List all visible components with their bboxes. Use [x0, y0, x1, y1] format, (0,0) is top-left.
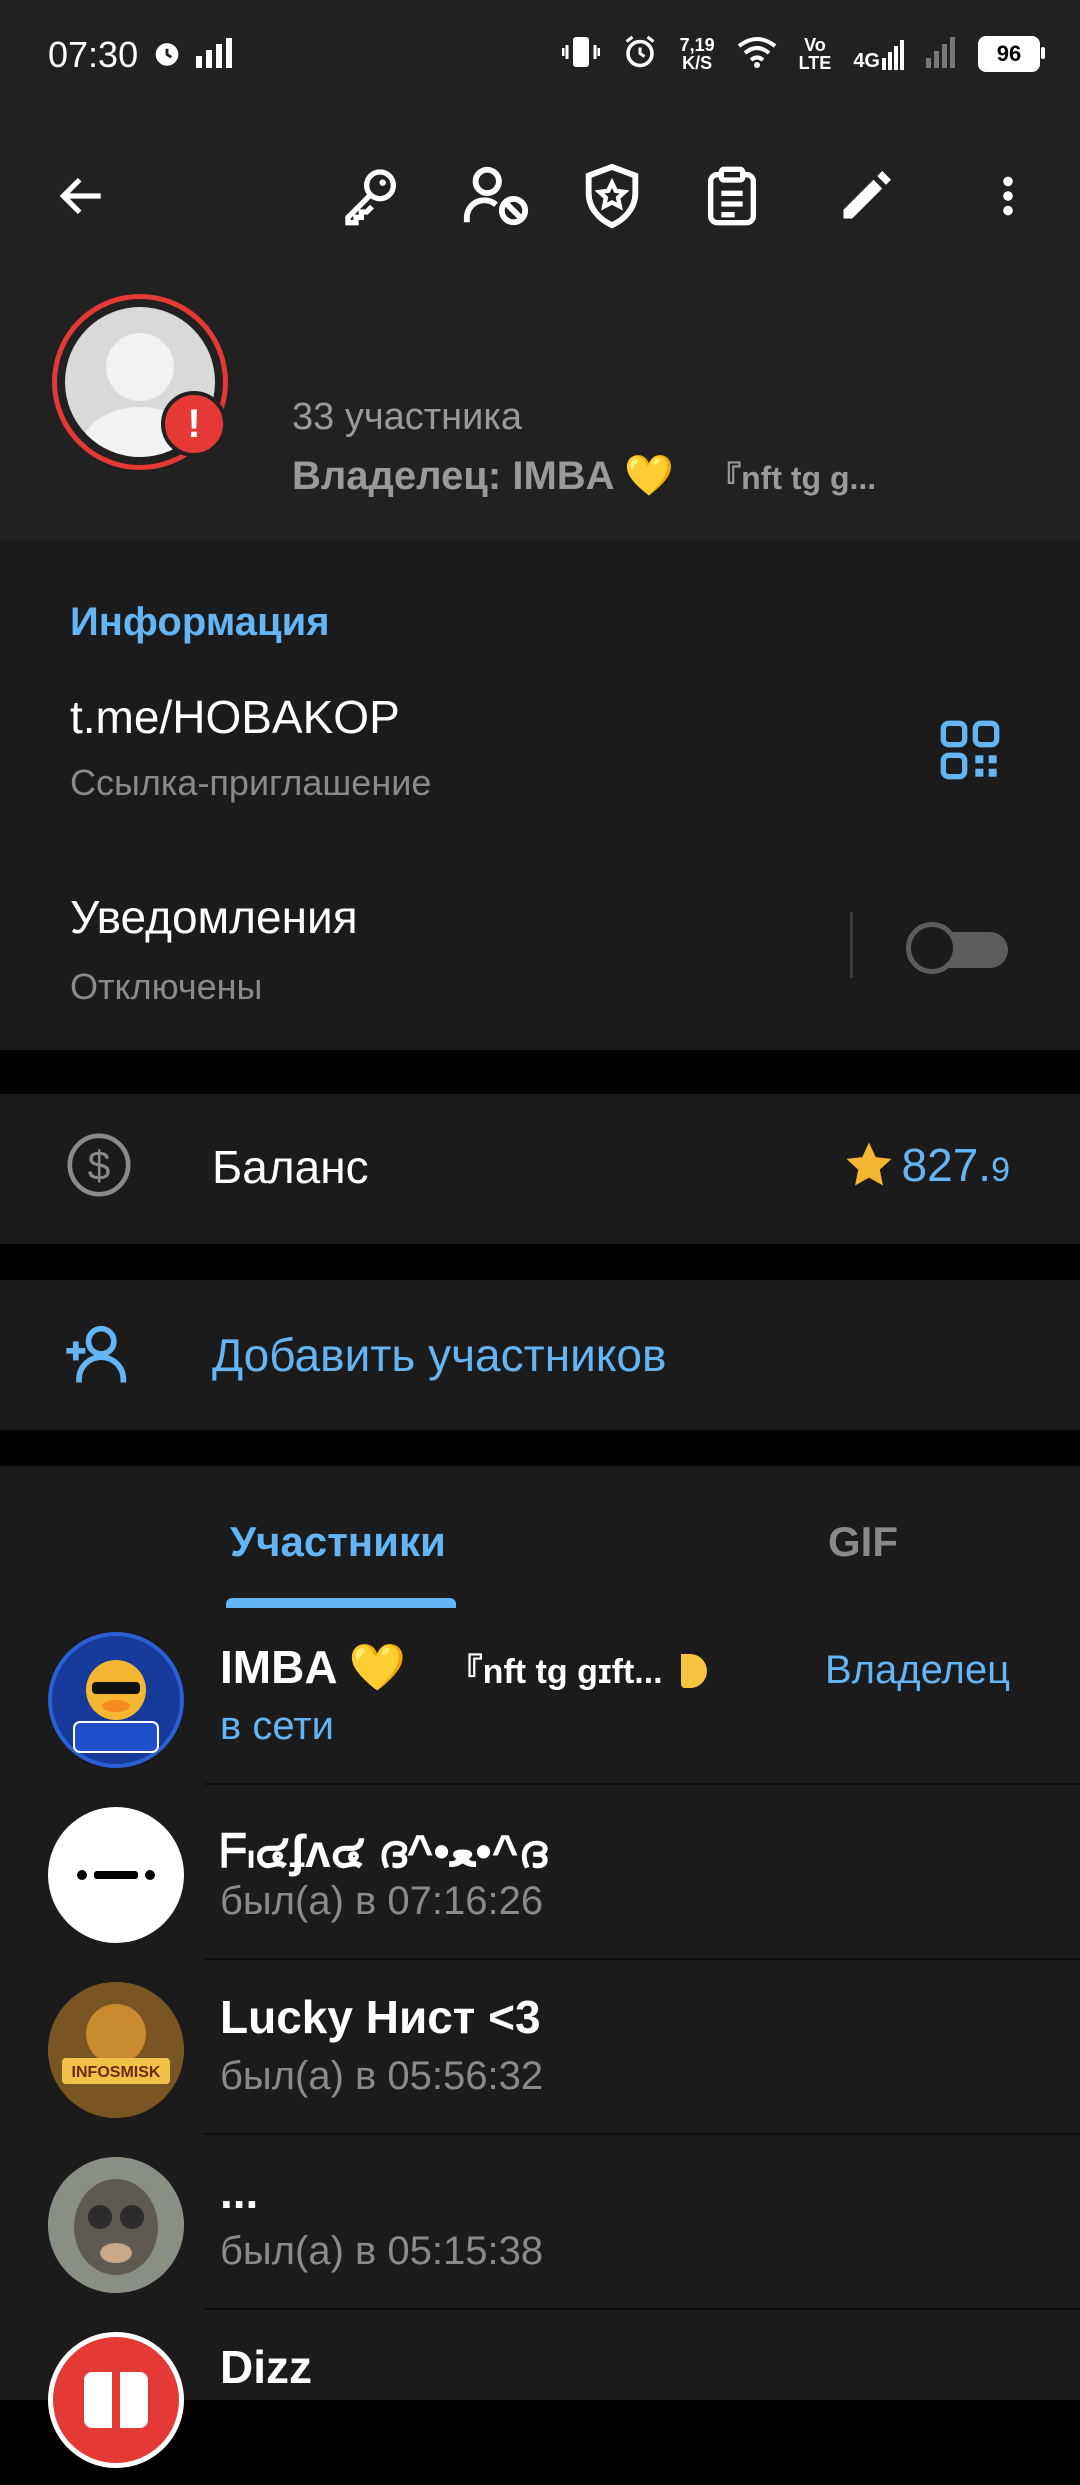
net-type-label: 4G: [853, 50, 880, 72]
balance-amount: 827.: [901, 1139, 992, 1191]
active-tab-indicator: [226, 1598, 456, 1608]
owner-info: Владелец: IMBA 💛 『nft tg g...: [292, 452, 876, 499]
wifi-icon: [737, 36, 777, 73]
dollar-circle-icon: $: [64, 1130, 134, 1205]
svg-text:$: $: [88, 1143, 111, 1189]
notifications-status: Отключены: [70, 966, 263, 1007]
edit-button[interactable]: [826, 156, 906, 236]
more-options-button[interactable]: [968, 156, 1048, 236]
member-name: IMBA 💛 『nft tg gɪft...: [220, 1640, 708, 1695]
warning-badge-icon: !: [161, 391, 227, 457]
back-arrow-icon: [59, 177, 101, 215]
dots-avatar-icon: [77, 1870, 155, 1880]
back-button[interactable]: [42, 156, 122, 236]
more-vert-icon: [1003, 176, 1013, 216]
member-name: ᖴ៲๔ʄʌ๔ ദ^•ﻌ•^ദ: [220, 1825, 547, 1877]
member-status: был(а) в 07:16:26: [220, 1879, 544, 1923]
member-status: в сети: [220, 1704, 334, 1748]
list-item[interactable]: ... был(а) в 05:15:38: [0, 2135, 1080, 2310]
invite-link-value: t.me/HOBAKOP: [70, 691, 400, 743]
member-name: Dizz: [220, 2341, 312, 2393]
gift-badge-icon: [681, 1653, 708, 1688]
list-item[interactable]: INFOSMISK Lucky Нист <3 был(а) в 05:56:3…: [0, 1960, 1080, 2135]
shield-star-icon: [585, 163, 639, 229]
vibrate-icon: [561, 35, 601, 74]
qr-code-button[interactable]: [938, 718, 1002, 787]
member-name: ...: [220, 2166, 259, 2218]
battery-indicator: 96: [978, 36, 1045, 72]
photo-avatar-icon: [48, 2157, 184, 2293]
cell-signal-weak-icon: [926, 36, 956, 73]
members-count: 33 участника: [292, 396, 522, 438]
recent-actions-button[interactable]: [692, 156, 772, 236]
member-avatar: INFOSMISK: [48, 1982, 184, 2118]
infosmisk-avatar-icon: INFOSMISK: [48, 1982, 184, 2118]
vo-label: Vo: [804, 35, 826, 55]
status-time: 07:30: [48, 34, 139, 75]
balance-decimal: 9: [991, 1151, 1010, 1189]
members-tabs: [0, 1466, 1080, 1610]
invite-link[interactable]: t.me/HOBAKOP Ссылка-приглашение: [70, 690, 431, 804]
tab-members[interactable]: Участники: [230, 1518, 446, 1566]
alarm-status-icon: [622, 34, 658, 75]
members-list: IMBA 💛 『nft tg gɪft... в сети Владелец ᖴ…: [0, 1610, 1080, 2468]
clipboard-icon: [708, 166, 756, 226]
member-name: Lucky Нист <3: [220, 1991, 541, 2043]
net-speed-value: 7,19: [679, 35, 715, 55]
list-item[interactable]: Dizz: [0, 2310, 1080, 2485]
duck-avatar-icon: [48, 1632, 184, 1768]
removed-users-button[interactable]: [456, 156, 536, 236]
pencil-icon: [843, 171, 891, 219]
list-item[interactable]: IMBA 💛 『nft tg gɪft... в сети Владелец: [0, 1610, 1080, 1785]
balance-value: 827. 9: [842, 1138, 1010, 1192]
tab-gif[interactable]: GIF: [828, 1518, 898, 1566]
status-right: 7,19 K/S Vo LTE 4G 96: [561, 30, 1045, 78]
cell-bars-icon: [882, 40, 904, 70]
owner-label: Владелец: IMBA 💛: [292, 454, 674, 498]
member-status: был(а) в 05:56:32: [220, 2054, 544, 2098]
user-block-icon: [463, 166, 529, 226]
member-name-text: IMBA 💛: [220, 1641, 406, 1693]
member-avatar: [48, 1632, 184, 1768]
member-avatar: [48, 2157, 184, 2293]
add-members-label: Добавить участников: [212, 1329, 667, 1381]
owner-gift-label: 『nft tg g...: [709, 460, 877, 496]
toggle-thumb: [906, 922, 958, 974]
admins-button[interactable]: [572, 156, 652, 236]
invite-link-caption: Ссылка-приглашение: [70, 762, 432, 803]
star-icon: [846, 1142, 892, 1186]
net-speed: 7,19 K/S: [680, 36, 715, 72]
group-avatar[interactable]: !: [52, 294, 228, 470]
member-role: Владелец: [824, 1648, 1010, 1692]
svg-text:INFOSMISK: INFOSMISK: [72, 2064, 161, 2081]
key-icon: [345, 169, 396, 226]
notifications-label: Уведомления: [70, 891, 358, 943]
red-logo-avatar-icon: [48, 2332, 184, 2468]
list-item[interactable]: ᖴ៲๔ʄʌ๔ ദ^•ﻌ•^ദ был(а) в 07:16:26: [0, 1785, 1080, 1960]
notifications-setting[interactable]: Уведомления Отключены: [70, 890, 358, 1008]
net-speed-unit: K/S: [682, 53, 713, 73]
notifications-toggle[interactable]: [906, 922, 1010, 974]
qr-code-icon: [940, 720, 1000, 780]
permissions-button[interactable]: [332, 156, 412, 236]
notifications-divider: [850, 912, 853, 978]
balance-label: Баланс: [212, 1141, 369, 1193]
add-user-icon: [60, 1316, 136, 1397]
volte-indicator: Vo LTE: [799, 36, 832, 72]
signal-small-icon: [196, 38, 232, 73]
member-avatar: [48, 1807, 184, 1943]
info-section-title: Информация: [70, 600, 330, 644]
member-gift-label: 『nft tg gɪft...: [448, 1653, 663, 1691]
member-status: был(а) в 05:15:38: [220, 2229, 544, 2273]
member-avatar: [48, 2332, 184, 2468]
alarm-icon: [150, 36, 184, 75]
cell-4g: 4G: [853, 38, 904, 72]
lte-label: LTE: [798, 53, 832, 73]
